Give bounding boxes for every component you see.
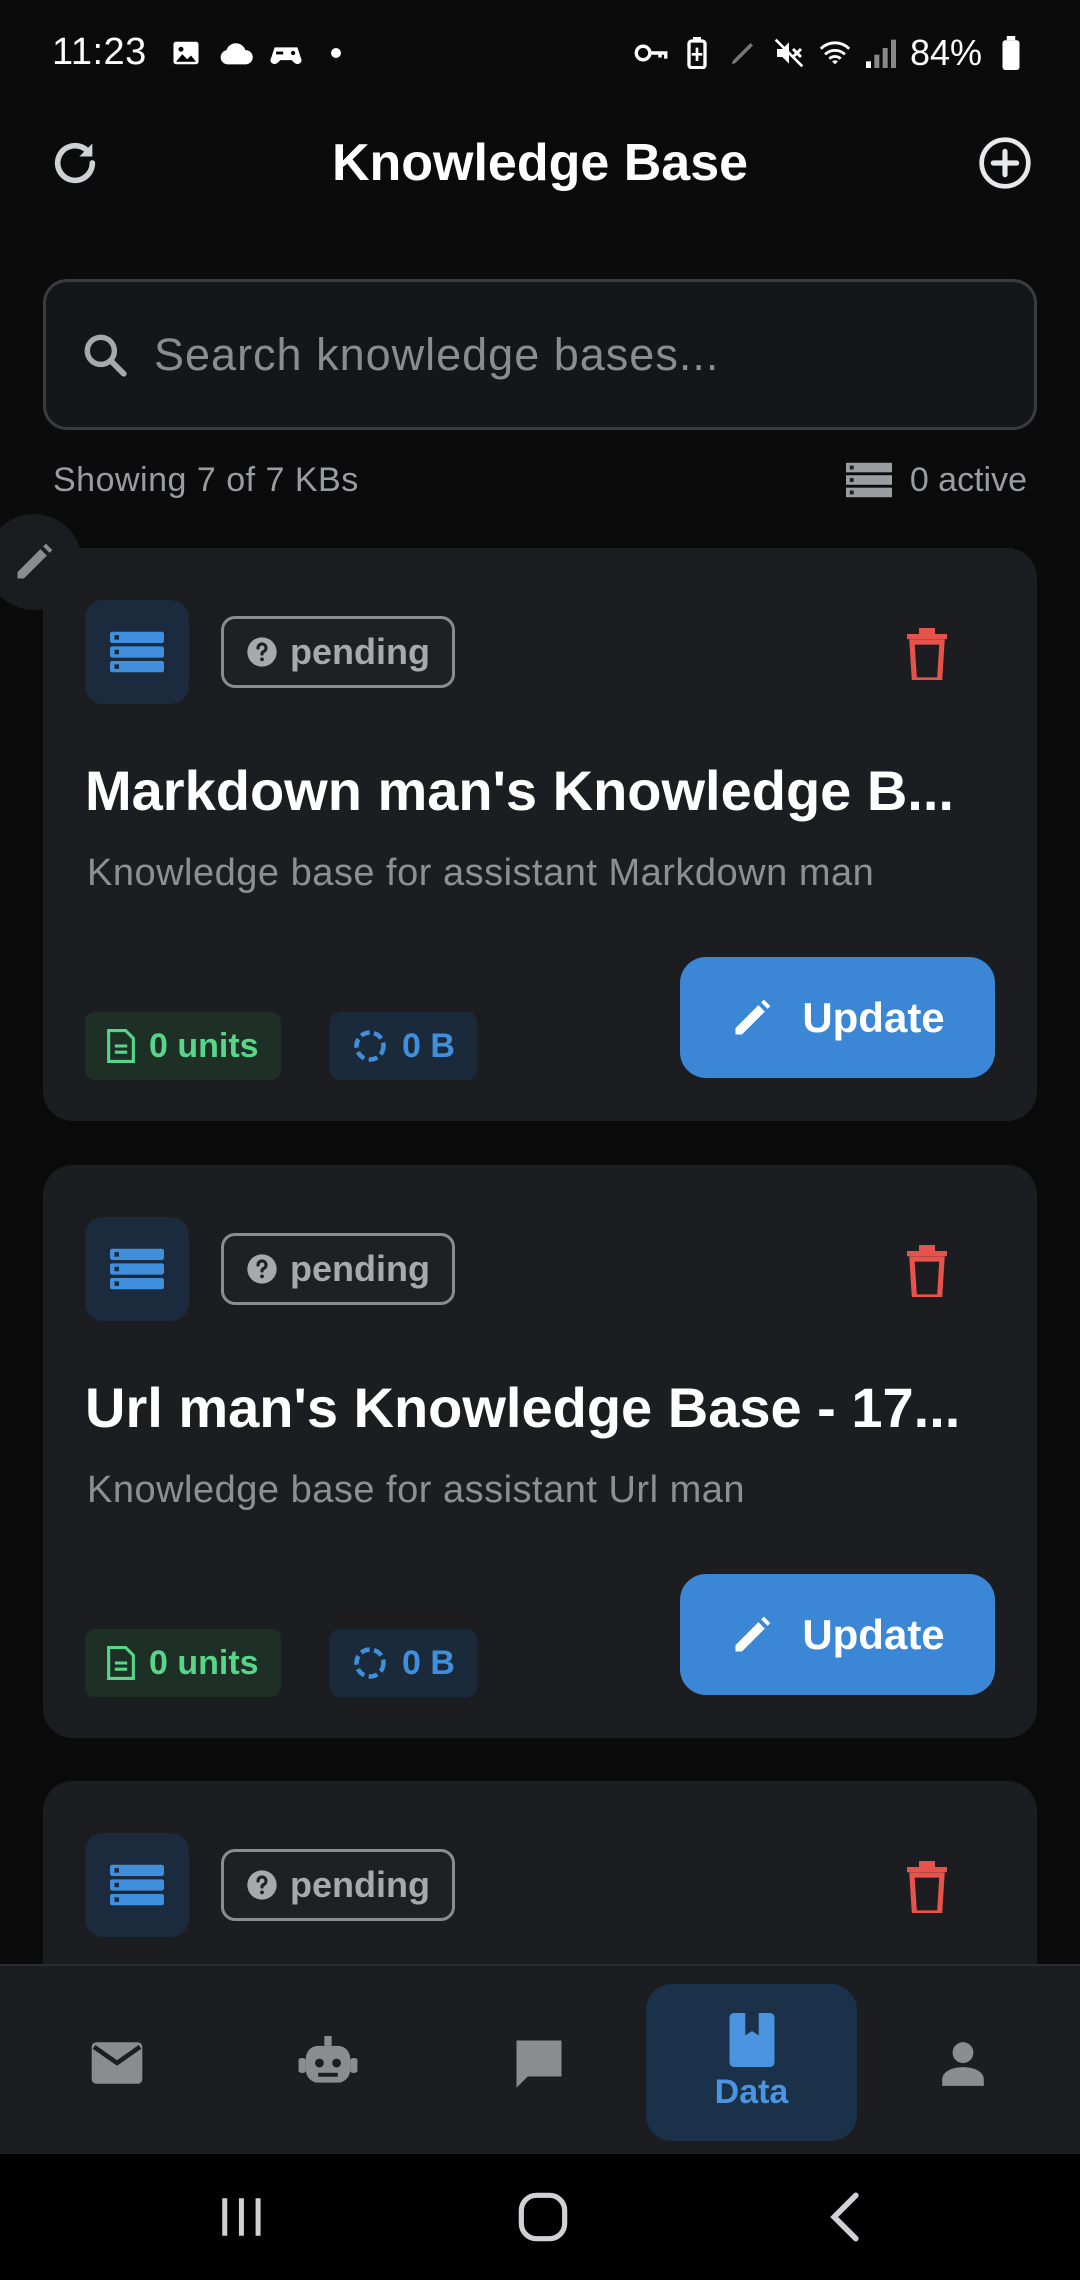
units-chip: 0 units xyxy=(85,1629,281,1697)
robot-icon xyxy=(298,2035,357,2083)
status-badge: pending xyxy=(221,1233,455,1305)
size-chip: 0 B xyxy=(330,1629,477,1697)
delete-button[interactable] xyxy=(899,1859,955,1915)
kb-title: Markdown man's Knowledge B... xyxy=(85,759,954,822)
kb-type-icon-box xyxy=(85,1833,189,1937)
nav-item-assistants[interactable] xyxy=(222,1984,433,2141)
cloud-icon xyxy=(219,36,253,70)
database-icon xyxy=(110,1248,164,1290)
refresh-button[interactable] xyxy=(44,132,106,194)
kb-title: Url man's Knowledge Base - 17... xyxy=(85,1376,961,1439)
help-circle-icon xyxy=(247,1870,277,1900)
pen-icon xyxy=(726,36,760,70)
add-knowledge-base-button[interactable] xyxy=(974,132,1036,194)
bottom-navigation: Data xyxy=(0,1964,1080,2154)
system-navigation-bar xyxy=(0,2154,1080,2280)
page-title: Knowledge Base xyxy=(331,133,749,192)
kb-description: Knowledge base for assistant Url man xyxy=(87,1469,745,1511)
back-button[interactable] xyxy=(800,2182,890,2252)
pencil-icon xyxy=(735,1616,771,1651)
kb-type-icon-box xyxy=(85,1217,189,1321)
status-label: pending xyxy=(290,1248,430,1289)
progress-ring-icon xyxy=(354,1030,386,1062)
kb-card[interactable]: pending xyxy=(43,1781,1037,1964)
status-time: 11:23 xyxy=(52,31,147,73)
wifi-icon xyxy=(818,36,852,70)
notification-dot-icon xyxy=(319,36,353,70)
kb-card[interactable]: pending Markdown man's Knowledge B... Kn… xyxy=(43,548,1037,1121)
units-count: 0 units xyxy=(149,1026,259,1065)
trash-icon xyxy=(907,628,947,680)
update-button[interactable]: Update xyxy=(680,957,995,1078)
database-icon xyxy=(110,631,164,673)
person-icon xyxy=(941,2041,984,2086)
battery-level: 84% xyxy=(909,31,982,73)
mute-icon xyxy=(772,36,806,70)
active-count-text: 0 active xyxy=(909,460,1027,499)
nav-item-mail[interactable] xyxy=(11,1984,222,2141)
status-badge: pending xyxy=(221,616,455,688)
update-label: Update xyxy=(802,993,945,1041)
size-value: 0 B xyxy=(402,1643,455,1682)
back-icon xyxy=(830,2192,859,2242)
recent-apps-icon xyxy=(222,2198,261,2236)
progress-ring-icon xyxy=(354,1647,386,1679)
nav-label-data: Data xyxy=(714,2073,789,2111)
database-icon xyxy=(110,1864,164,1906)
battery-icon xyxy=(994,35,1028,70)
home-icon xyxy=(518,2192,568,2242)
nav-item-profile[interactable] xyxy=(857,1984,1068,2141)
delete-button[interactable] xyxy=(899,1243,955,1299)
help-circle-icon xyxy=(247,1254,277,1284)
search-input[interactable] xyxy=(154,328,954,381)
status-label: pending xyxy=(290,1864,430,1905)
mail-icon xyxy=(91,2041,142,2084)
gallery-icon xyxy=(169,36,203,70)
nav-item-data[interactable]: Data xyxy=(646,1984,857,2141)
home-button[interactable] xyxy=(498,2182,588,2252)
app-header: Knowledge Base xyxy=(0,110,1080,215)
nav-item-chat[interactable] xyxy=(433,1984,644,2141)
status-bar: 11:23 84% xyxy=(0,0,1080,105)
size-chip: 0 B xyxy=(330,1012,477,1080)
recent-apps-button[interactable] xyxy=(196,2182,286,2252)
signal-icon xyxy=(864,36,898,70)
add-circle-icon xyxy=(979,137,1031,189)
search-box[interactable] xyxy=(43,279,1037,430)
kb-description: Knowledge base for assistant Markdown ma… xyxy=(87,852,875,894)
refresh-icon xyxy=(54,142,96,184)
update-button[interactable]: Update xyxy=(680,1574,995,1695)
book-icon xyxy=(729,2013,774,2067)
document-icon xyxy=(107,1029,135,1063)
trash-icon xyxy=(907,1861,947,1913)
delete-button[interactable] xyxy=(899,626,955,682)
game-controller-icon xyxy=(269,36,303,70)
units-count: 0 units xyxy=(149,1643,259,1682)
status-label: pending xyxy=(290,631,430,672)
help-circle-icon xyxy=(247,637,277,667)
trash-icon xyxy=(907,1245,947,1297)
search-icon xyxy=(84,334,127,377)
size-value: 0 B xyxy=(402,1026,455,1065)
document-icon xyxy=(107,1646,135,1680)
database-icon xyxy=(845,462,892,498)
battery-saver-icon xyxy=(680,36,714,70)
status-badge: pending xyxy=(221,1849,455,1921)
chat-icon xyxy=(516,2040,561,2088)
key-icon xyxy=(634,36,668,70)
kb-type-icon-box xyxy=(85,600,189,704)
units-chip: 0 units xyxy=(85,1012,281,1080)
pencil-icon xyxy=(735,999,771,1034)
kb-meta-row: Showing 7 of 7 KBs 0 active xyxy=(53,450,1027,510)
kb-count-text: Showing 7 of 7 KBs xyxy=(53,460,359,499)
kb-card[interactable]: pending Url man's Knowledge Base - 17...… xyxy=(43,1165,1037,1738)
update-label: Update xyxy=(802,1610,945,1658)
